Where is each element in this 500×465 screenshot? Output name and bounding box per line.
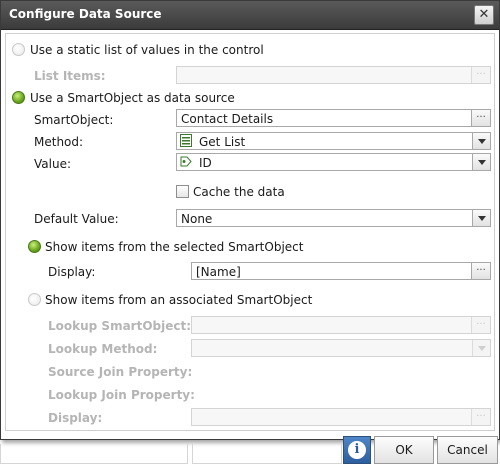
list-items-label: List Items: — [34, 69, 106, 83]
default-value-dropdown-arrow[interactable] — [472, 210, 490, 226]
value-label: Value: — [34, 157, 71, 171]
show-selected-radio[interactable] — [28, 240, 41, 253]
background-panel-right — [192, 444, 342, 464]
dialog-title: Configure Data Source — [9, 7, 162, 21]
close-icon: ✕ — [478, 7, 490, 22]
configure-data-source-dialog: Configure Data Source ✕ Use a static lis… — [0, 0, 500, 440]
associated-display-ellipsis-button[interactable]: ... — [471, 409, 490, 425]
property-icon — [180, 156, 192, 167]
source-join-property-label: Source Join Property: — [48, 365, 193, 379]
display-label: Display: — [48, 265, 96, 279]
cancel-button[interactable]: Cancel — [437, 436, 498, 464]
background-panel-left — [0, 444, 188, 464]
value-value: ID — [199, 156, 212, 170]
title-bar[interactable]: Configure Data Source ✕ — [1, 1, 499, 30]
list-items-field[interactable]: ... — [176, 66, 491, 84]
value-dropdown[interactable]: ID — [176, 153, 491, 171]
smartobject-label: SmartObject: — [34, 113, 114, 127]
show-selected-radio-label: Show items from the selected SmartObject — [45, 240, 304, 254]
lookup-join-property-label: Lookup Join Property: — [48, 388, 195, 402]
smartobject-value: Contact Details — [181, 112, 274, 126]
cache-label: Cache the data — [193, 185, 285, 199]
lookup-method-label: Lookup Method: — [48, 342, 158, 356]
show-associated-radio-label: Show items from an associated SmartObjec… — [45, 293, 313, 307]
method-label: Method: — [34, 135, 84, 149]
display-value: [Name] — [196, 265, 241, 279]
method-value: Get List — [199, 135, 246, 149]
list-items-ellipsis-button[interactable]: ... — [471, 67, 490, 83]
default-value-dropdown[interactable]: None — [176, 209, 491, 227]
method-dropdown[interactable]: Get List — [176, 132, 491, 150]
info-icon: i — [348, 441, 366, 459]
smartobject-ellipsis-button[interactable]: ... — [471, 110, 490, 126]
lookup-method-dropdown-arrow[interactable] — [472, 340, 490, 356]
lookup-smartobject-ellipsis-button[interactable]: ... — [471, 317, 490, 333]
cache-checkbox[interactable] — [176, 185, 189, 198]
smartobject-source-radio-label: Use a SmartObject as data source — [30, 91, 235, 105]
method-dropdown-arrow[interactable] — [472, 133, 490, 149]
smartobject-field[interactable]: Contact Details ... — [176, 109, 491, 127]
show-associated-radio[interactable] — [28, 293, 41, 306]
default-value-label: Default Value: — [34, 212, 119, 226]
lookup-method-dropdown[interactable] — [191, 339, 491, 357]
smartobject-source-radio[interactable] — [12, 91, 25, 104]
value-dropdown-arrow[interactable] — [472, 154, 490, 170]
list-method-icon — [180, 134, 192, 147]
default-value-value: None — [181, 212, 213, 226]
close-button[interactable]: ✕ — [474, 5, 494, 25]
info-button[interactable]: i — [343, 436, 371, 464]
lookup-smartobject-field[interactable]: ... — [191, 316, 491, 334]
lookup-smartobject-label: Lookup SmartObject: — [48, 319, 192, 333]
static-list-radio[interactable] — [12, 43, 25, 56]
associated-display-field[interactable]: ... — [191, 408, 491, 426]
display-field[interactable]: [Name] ... — [191, 262, 491, 280]
associated-display-label: Display: — [48, 411, 103, 425]
static-list-radio-label: Use a static list of values in the contr… — [30, 43, 264, 57]
display-ellipsis-button[interactable]: ... — [471, 263, 490, 279]
ok-button[interactable]: OK — [374, 436, 434, 464]
